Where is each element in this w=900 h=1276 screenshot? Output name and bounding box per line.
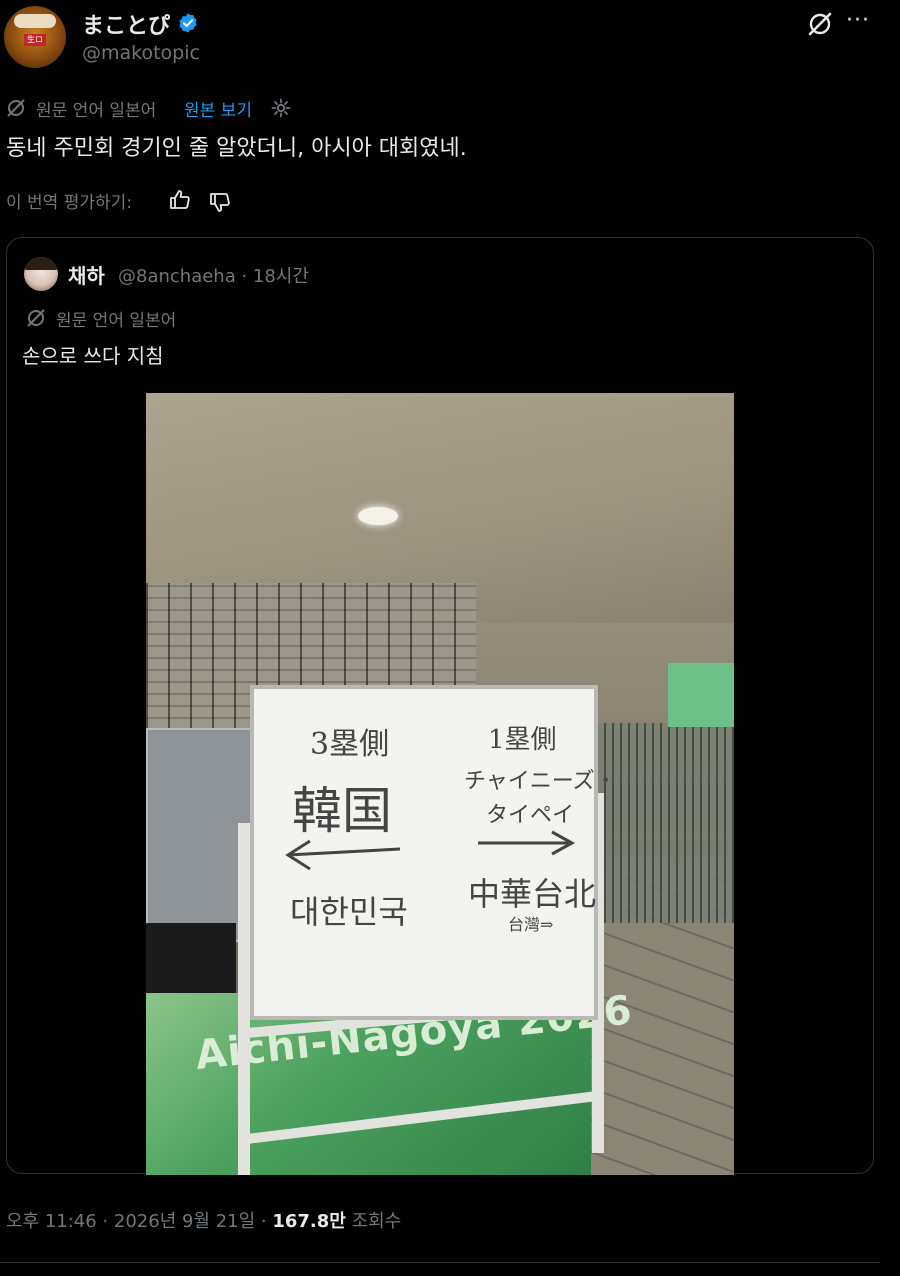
board-right-header: 1塁側 [488,725,557,755]
thumbs-up-icon[interactable] [168,188,192,212]
tweet-meta: 오후 11:46 · 2026년 9월 21일 · 167.8만 조회수 [6,1207,401,1233]
avatar-label: 生ロ [24,34,46,46]
rate-translation-label: 이 번역 평가하기: [6,193,133,213]
view-count: 167.8만 [272,1211,346,1232]
settings-gear-icon[interactable] [270,97,292,119]
source-language-label: 원문 언어 일본어 [36,101,157,121]
board-right-kanji: 中華台北 [468,875,597,913]
grok-icon[interactable] [806,10,834,38]
board-right-line2: タイペイ [486,803,575,828]
show-original-link[interactable]: 원본 보기 [184,96,252,121]
thumbs-down-icon[interactable] [208,190,232,214]
ceiling-lamp [358,507,398,525]
quoted-author-name[interactable]: 채하 [68,260,105,289]
stand-leg-left [238,823,250,1175]
author-avatar[interactable]: 生ロ [4,6,66,68]
divider [0,1262,880,1263]
left-arrow-icon [285,839,401,871]
tweet-text: 동네 주민회 경기인 줄 알았더니, 아시아 대회였네. [6,136,467,161]
author-name[interactable]: まことぴ [82,8,170,40]
more-options-icon[interactable]: ··· [846,8,870,33]
avatar-hair [24,257,58,270]
board-left-korean: 대한민국 [290,893,408,931]
author-handle[interactable]: @makotopic [82,42,200,64]
green-post [668,663,734,727]
right-arrow-icon [478,830,576,856]
quoted-handle-time: @8anchaeha · 18시간 [118,266,309,287]
board-left-header: 3塁側 [310,727,390,762]
board-right-small: 台灣⇒ [508,915,554,934]
tweet-timestamp[interactable]: 오후 11:46 · 2026년 9월 21일 · [6,1211,272,1232]
board-right-line1: チャイニーズ・ [464,769,617,794]
translate-icon [7,99,25,117]
quoted-tweet-photo[interactable]: Aichi-Nagoya 2026 3塁側 韓国 대한민국 1塁側 チャイニーズ… [146,393,734,1175]
avatar-beer-foam [14,14,56,28]
translate-icon [27,309,45,327]
batting-net [596,723,734,923]
whiteboard: 3塁側 韓国 대한민국 1塁側 チャイニーズ・ タイペイ 中華台北 台灣⇒ [250,685,617,1020]
quoted-tweet-text: 손으로 쓰다 지침 [22,344,164,368]
views-label: 조회수 [345,1211,402,1232]
quoted-source-language-label: 원문 언어 일본어 [56,311,177,331]
verified-badge-icon [179,13,197,33]
board-left-country: 韓国 [292,782,392,840]
quoted-author-avatar[interactable] [24,257,58,291]
